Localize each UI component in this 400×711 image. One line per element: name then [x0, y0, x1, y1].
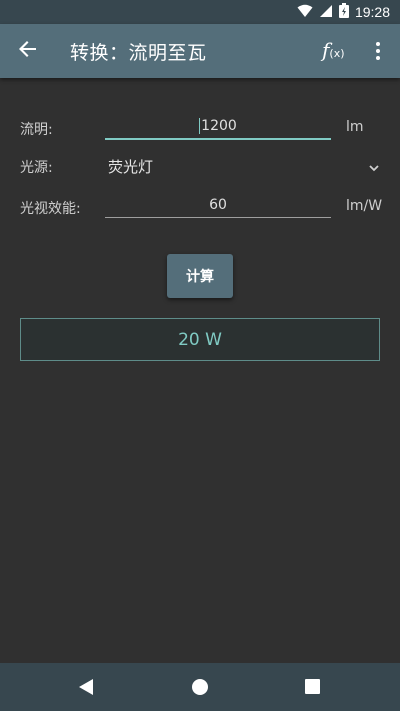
result-value: 20 W	[178, 329, 222, 350]
more-options-button[interactable]	[368, 38, 388, 64]
app-bar: 转换：流明至瓦 f(x)	[0, 24, 400, 78]
fx-sub-label: (x)	[329, 47, 345, 60]
lumens-value: 1200	[201, 118, 237, 134]
more-vert-icon-dot	[376, 42, 380, 46]
calculate-button[interactable]: 计算	[167, 254, 233, 298]
wifi-icon	[297, 3, 313, 22]
nav-back-button[interactable]	[78, 678, 94, 700]
nav-recents-button[interactable]	[305, 679, 320, 694]
status-bar: 19:28	[0, 0, 400, 24]
efficacy-row: 光视效能: 60 lm/W	[0, 191, 400, 227]
light-source-row: 光源: 荧光灯	[0, 150, 400, 186]
back-button[interactable]	[14, 37, 42, 65]
page-title: 转换：流明至瓦	[70, 42, 207, 64]
efficacy-label: 光视效能:	[20, 201, 81, 217]
lumens-input[interactable]: 1200	[105, 114, 331, 140]
triangle-back-icon	[79, 679, 93, 695]
signal-icon	[319, 3, 333, 22]
lumens-unit: lm	[346, 119, 364, 135]
system-nav-bar	[0, 663, 400, 711]
light-source-select[interactable]: 荧光灯	[100, 150, 390, 184]
battery-icon	[338, 2, 349, 22]
function-fx-button[interactable]: f(x)	[322, 38, 345, 62]
nav-home-button[interactable]	[192, 679, 208, 695]
more-vert-icon-dot	[376, 49, 380, 53]
function-fx-icon: f(x)	[322, 38, 345, 62]
lumens-label: 流明:	[20, 122, 53, 138]
efficacy-unit: lm/W	[346, 198, 383, 214]
chevron-down-icon	[368, 159, 382, 173]
more-vert-icon-dot	[376, 56, 380, 60]
result-display: 20 W	[20, 318, 380, 361]
efficacy-input[interactable]: 60	[105, 193, 331, 218]
arrow-left-icon	[19, 40, 37, 62]
status-time: 19:28	[354, 4, 390, 20]
lumens-row: 流明: 1200 lm	[0, 112, 400, 148]
light-source-label: 光源:	[20, 160, 53, 176]
light-source-value: 荧光灯	[108, 158, 154, 176]
efficacy-value: 60	[209, 197, 227, 213]
